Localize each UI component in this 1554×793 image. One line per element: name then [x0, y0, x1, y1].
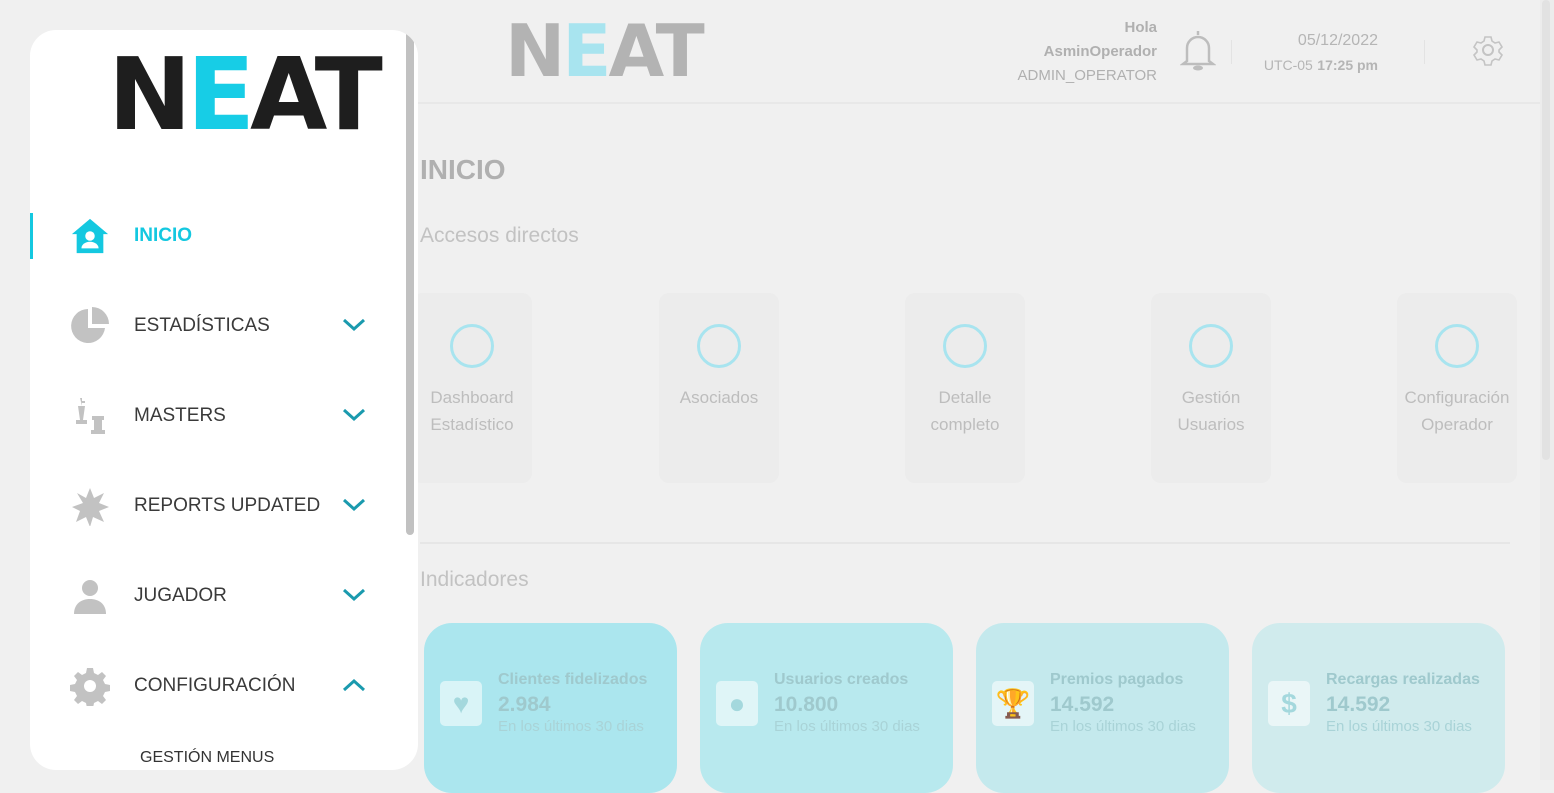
shortcuts-title: Accesos directos: [420, 224, 579, 247]
sidebar-item-estad-sticas[interactable]: ESTADÍSTICAS: [30, 303, 400, 349]
shortcut-circle-icon: [1189, 324, 1233, 368]
shortcut-card[interactable]: Asociados: [659, 293, 779, 483]
user-name: AsminOperador: [1043, 43, 1157, 60]
shortcut-circle-icon: [450, 324, 494, 368]
page-scrollbar[interactable]: [1540, 0, 1554, 780]
shortcut-card[interactable]: Gestión Usuarios: [1151, 293, 1271, 483]
sidebar-item-label: REPORTS UPDATED: [134, 495, 321, 516]
sidebar-item-inicio[interactable]: INICIO: [30, 213, 400, 259]
indicator-card: 🏆 Premios pagados 14.592 En los últimos 30 …: [976, 623, 1229, 793]
indicator-value: 14.592: [1326, 693, 1391, 716]
indicator-subtitle: En los últimos 30 dias: [1050, 718, 1196, 735]
greeting: Hola: [1124, 19, 1157, 36]
indicator-title: Clientes fidelizados: [498, 671, 648, 688]
chevron-down-icon[interactable]: [342, 585, 366, 608]
indicator-value: 10.800: [774, 693, 839, 716]
settings-gear-icon[interactable]: [1472, 34, 1504, 66]
time: 17:25 pm: [1317, 57, 1378, 73]
chevron-down-icon[interactable]: [342, 405, 366, 428]
timezone: UTC-05: [1263, 57, 1313, 73]
header-logo: NEAT: [505, 9, 705, 93]
sidebar-item-label: JUGADOR: [134, 585, 227, 606]
indicator-subtitle: En los últimos 30 dias: [1326, 718, 1472, 735]
indicator-title: Usuarios creados: [774, 671, 909, 688]
shortcut-circle-icon: [1435, 324, 1479, 368]
bell-icon[interactable]: [1180, 28, 1216, 72]
indicator-title: Recargas realizadas: [1326, 671, 1480, 688]
shortcut-label: Asociados: [679, 388, 759, 407]
indicators-title: Indicadores: [420, 568, 529, 591]
sidebar-item-configuraci-n[interactable]: CONFIGURACIÓN: [30, 663, 400, 709]
sidebar-item-label: MASTERS: [134, 405, 226, 426]
shortcut-label: Configuración Operador: [1404, 388, 1510, 434]
shortcut-card[interactable]: Dashboard Estadístico: [412, 293, 532, 483]
shortcut-card[interactable]: Configuración Operador: [1397, 293, 1517, 483]
sidebar-logo: NEAT: [108, 36, 383, 153]
home-user-icon: [70, 216, 110, 256]
shortcut-label: Detalle completo: [930, 388, 1000, 434]
burst-icon: [70, 486, 110, 526]
indicator-card: ● Usuarios creados 10.800 En los últimos 30…: [700, 623, 953, 793]
date: 05/12/2022: [1297, 32, 1378, 49]
shortcut-circle-icon: [943, 324, 987, 368]
sidebar-scrollbar[interactable]: [406, 30, 414, 535]
sidebar: NEAT INICIO ESTADÍSTICAS MASTERS REPORTS UP…: [30, 30, 418, 770]
shortcut-card[interactable]: Detalle completo: [905, 293, 1025, 483]
chevron-down-icon[interactable]: [342, 495, 366, 518]
chess-icon: [70, 396, 110, 436]
chevron-down-icon[interactable]: [342, 315, 366, 338]
indicator-value: 2.984: [498, 693, 551, 716]
indicator-card: ♥ Clientes fidelizados 2.984 En los últimos…: [424, 623, 677, 793]
sidebar-item-jugador[interactable]: JUGADOR: [30, 573, 400, 619]
shortcut-circle-icon: [697, 324, 741, 368]
user-role: ADMIN_OPERATOR: [1017, 67, 1157, 84]
gear-icon: [70, 666, 110, 706]
indicator-card: $ Recargas realizadas 14.592 En los últimos…: [1252, 623, 1505, 793]
pie-chart-icon: [70, 306, 110, 346]
user-icon: ●: [716, 681, 758, 726]
indicator-value: 14.592: [1050, 693, 1115, 716]
sidebar-item-masters[interactable]: MASTERS: [30, 393, 400, 439]
datetime: 05/12/2022 UTC-05 17:25 pm: [1255, 29, 1378, 78]
indicator-subtitle: En los últimos 30 dias: [498, 718, 644, 735]
user-icon: [70, 576, 110, 616]
sidebar-item-reports-updated[interactable]: REPORTS UPDATED: [30, 483, 400, 529]
page-title: INICIO: [420, 154, 506, 185]
trophy-icon: 🏆: [992, 681, 1034, 726]
indicator-subtitle: En los últimos 30 dias: [774, 718, 920, 735]
chevron-up-icon[interactable]: [342, 675, 366, 698]
shortcut-label: Dashboard Estadístico: [430, 388, 514, 434]
sidebar-item-label: ESTADÍSTICAS: [134, 315, 270, 336]
shortcut-label: Gestión Usuarios: [1177, 388, 1245, 434]
submenu-gestion-menus[interactable]: GESTIÓN MENUS: [140, 749, 274, 767]
indicator-title: Premios pagados: [1050, 671, 1184, 688]
heart-icon: ♥: [440, 681, 482, 726]
dollar-icon: $: [1268, 681, 1310, 726]
user-info: Hola AsminOperador ADMIN_OPERATOR: [1018, 16, 1157, 88]
sidebar-item-label: CONFIGURACIÓN: [134, 675, 296, 696]
sidebar-item-label: INICIO: [134, 225, 193, 246]
